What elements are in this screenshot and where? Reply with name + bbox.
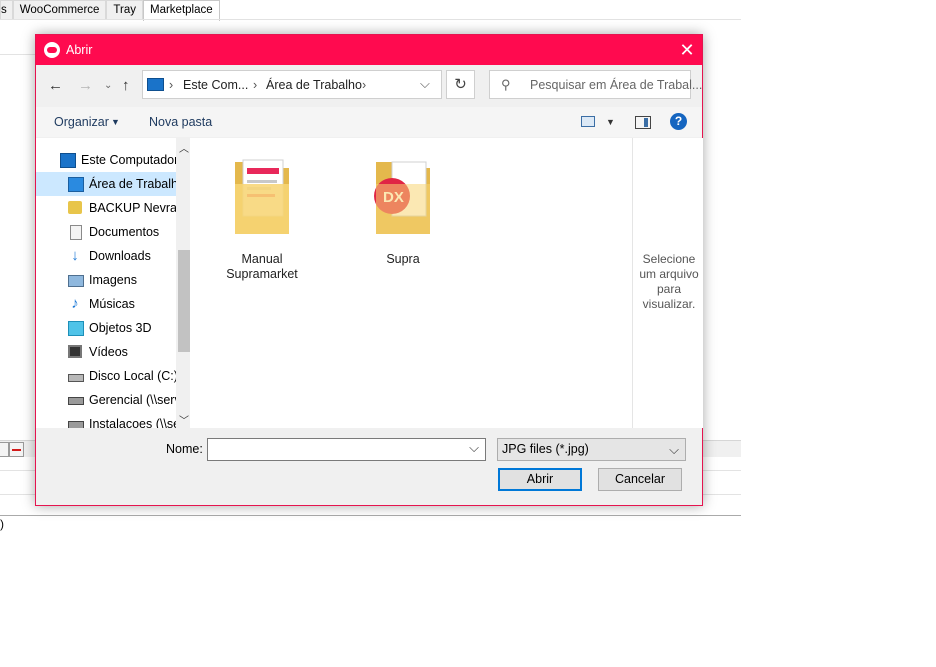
nav-item-disco-local[interactable]: Disco Local (C:) [36, 364, 176, 388]
filename-label: Nome: [166, 442, 203, 456]
help-icon[interactable]: ? [670, 113, 687, 130]
music-icon: ♪ [71, 295, 79, 312]
bg-divider [0, 19, 741, 20]
filetype-selected: JPG files (*.jpg) [502, 442, 589, 456]
network-drive-icon [68, 397, 84, 405]
nav-item-videos[interactable]: Vídeos [36, 340, 176, 364]
network-drive-icon [68, 421, 84, 428]
browser-content: Este Computador Área de Trabalho BACKUP … [36, 138, 703, 428]
dialog-title: Abrir [66, 43, 93, 57]
bg-stray-text: ) [0, 517, 4, 531]
folder-icon [235, 159, 289, 234]
dialog-footer: Nome: ⌵ JPG files (*.jpg) ⌵ Abrir Cancel… [36, 428, 702, 505]
bg-tab-woocommerce[interactable]: WooCommerce [12, 0, 107, 20]
refresh-icon[interactable]: ↻ [446, 70, 475, 99]
search-input[interactable]: ⚲ Pesquisar em Área de Trabal... [489, 70, 702, 99]
nav-scrollbar-thumb[interactable] [178, 250, 190, 352]
nav-item-instalacoes[interactable]: Instalacoes (\\se [36, 412, 176, 428]
back-arrow-icon[interactable]: ← [48, 77, 63, 94]
file-item[interactable]: Manual Supramarket [217, 150, 307, 281]
view-mode-icon[interactable] [581, 116, 595, 127]
bg-remove-button[interactable] [9, 442, 24, 457]
nav-item-downloads[interactable]: ↓ Downloads [36, 244, 176, 268]
filetype-dropdown-icon[interactable]: ⌵ [669, 439, 679, 460]
bg-tab-1[interactable]: s [0, 0, 13, 20]
nav-item-backup-nevra[interactable]: BACKUP Nevra [36, 196, 176, 220]
dialog-titlebar: Abrir ✕ [36, 35, 702, 65]
address-dropdown-chevron-icon[interactable]: ⌵ [420, 76, 430, 92]
local-disk-icon [68, 374, 84, 382]
breadcrumb-separator-icon: › [169, 78, 174, 92]
nav-item-documentos[interactable]: Documentos [36, 220, 176, 244]
pictures-icon [68, 275, 84, 287]
documents-icon [70, 225, 82, 240]
view-dropdown-icon[interactable]: ▼ [606, 117, 615, 127]
background-tab-strip: s WooCommerce Tray Marketplace [0, 0, 220, 21]
address-bar[interactable]: › Este Com... › Área de Trabalho › ⌵ [142, 70, 442, 99]
open-button[interactable]: Abrir [498, 468, 582, 491]
bg-add-button[interactable] [0, 442, 9, 457]
scroll-up-icon[interactable]: ︿ [179, 140, 189, 155]
breadcrumb-area-de-trabalho[interactable]: Área de Trabalho [266, 78, 362, 92]
scroll-down-icon[interactable]: ﹀ [179, 412, 189, 427]
bg-tab-marketplace[interactable]: Marketplace [143, 0, 220, 21]
up-arrow-icon[interactable]: ↑ [122, 77, 130, 94]
nav-item-musicas[interactable]: ♪ Músicas [36, 292, 176, 316]
file-name: Supra [386, 252, 420, 266]
filename-dropdown-icon[interactable]: ⌵ [469, 440, 479, 456]
recent-locations-chevron-icon[interactable]: ⌄ [104, 80, 112, 91]
organize-dropdown-icon[interactable]: ▼ [111, 117, 120, 127]
close-icon[interactable]: ✕ [672, 38, 702, 62]
bg-divider [0, 54, 36, 55]
preview-pane: Selecione um arquivo para visualizar. [632, 138, 703, 428]
downloads-icon: ↓ [71, 247, 79, 264]
computer-icon [147, 78, 164, 91]
3d-objects-icon [68, 321, 84, 336]
preview-message: Selecione um arquivo para visualizar. [639, 252, 699, 311]
search-icon: ⚲ [501, 77, 511, 92]
nav-item-gerencial[interactable]: Gerencial (\\serv [36, 388, 176, 412]
desktop-icon [68, 177, 84, 192]
cancel-button[interactable]: Cancelar [598, 468, 682, 491]
folder-icon: DX [374, 161, 430, 234]
preview-pane-icon[interactable] [635, 116, 651, 129]
breadcrumb-este-computador[interactable]: Este Com... [183, 78, 248, 92]
nav-item-area-de-trabalho[interactable]: Área de Trabalho [36, 172, 176, 196]
videos-icon [68, 345, 82, 358]
file-item[interactable]: DX Supra [358, 150, 448, 275]
breadcrumb-separator-icon: › [253, 78, 258, 92]
nav-item-este-computador[interactable]: Este Computador [36, 148, 176, 172]
filetype-select[interactable]: JPG files (*.jpg) ⌵ [497, 438, 686, 461]
organize-button[interactable]: Organizar [54, 115, 109, 129]
filename-input[interactable]: ⌵ [207, 438, 486, 461]
bg-divider [0, 515, 741, 516]
open-file-dialog: Abrir ✕ ← → ⌄ ↑ › Este Com... › Área de … [35, 34, 703, 506]
computer-icon [60, 153, 76, 168]
app-logo-icon [44, 42, 60, 58]
user-folder-icon [68, 201, 82, 214]
navigation-pane: Este Computador Área de Trabalho BACKUP … [36, 138, 190, 428]
command-bar: Organizar ▼ Nova pasta ▼ ? [36, 107, 702, 137]
bg-tab-tray[interactable]: Tray [106, 0, 143, 20]
file-name: Manual Supramarket [226, 252, 298, 281]
forward-arrow-icon[interactable]: → [78, 77, 93, 94]
nav-item-imagens[interactable]: Imagens [36, 268, 176, 292]
breadcrumb-separator-icon: › [362, 78, 367, 92]
nav-item-objetos-3d[interactable]: Objetos 3D [36, 316, 176, 340]
new-folder-button[interactable]: Nova pasta [149, 115, 212, 129]
search-placeholder: Pesquisar em Área de Trabal... [530, 78, 703, 92]
file-list: Manual Supramarket DX Supra [192, 138, 632, 428]
